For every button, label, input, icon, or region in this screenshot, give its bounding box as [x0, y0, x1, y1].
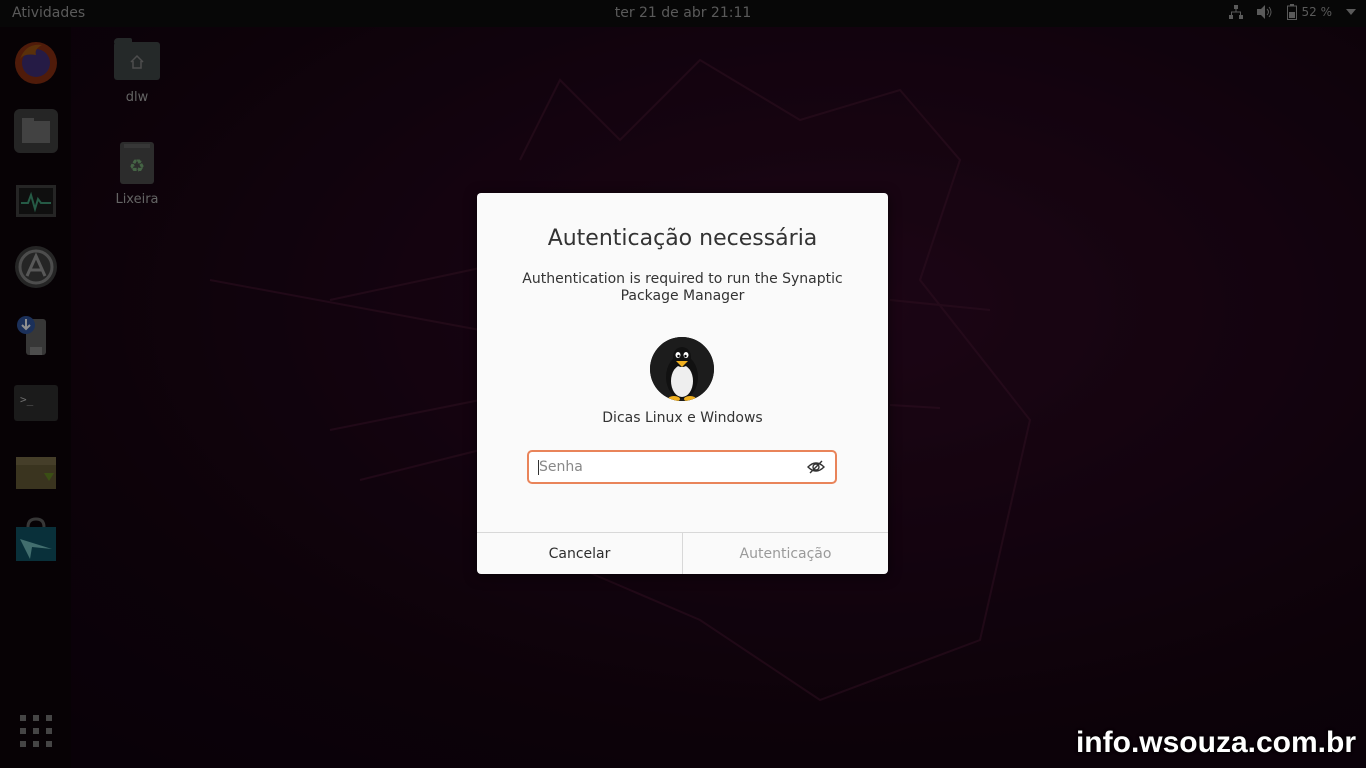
- user-name: Dicas Linux e Windows: [602, 410, 763, 426]
- tux-penguin-icon: [650, 337, 714, 401]
- dialog-message: Authentication is required to run the Sy…: [522, 271, 843, 304]
- authentication-dialog: Autenticação necessária Authentication i…: [477, 193, 888, 574]
- eye-slash-icon[interactable]: [807, 459, 825, 475]
- password-field[interactable]: [527, 450, 837, 484]
- cancel-button[interactable]: Cancelar: [477, 533, 683, 574]
- dialog-button-row: Cancelar Autenticação: [477, 532, 888, 574]
- authenticate-button[interactable]: Autenticação: [683, 533, 888, 574]
- avatar: [650, 337, 714, 401]
- text-caret: [538, 460, 539, 475]
- password-input[interactable]: [529, 452, 809, 482]
- dialog-title: Autenticação necessária: [547, 226, 818, 251]
- watermark: info.wsouza.com.br: [1075, 726, 1356, 759]
